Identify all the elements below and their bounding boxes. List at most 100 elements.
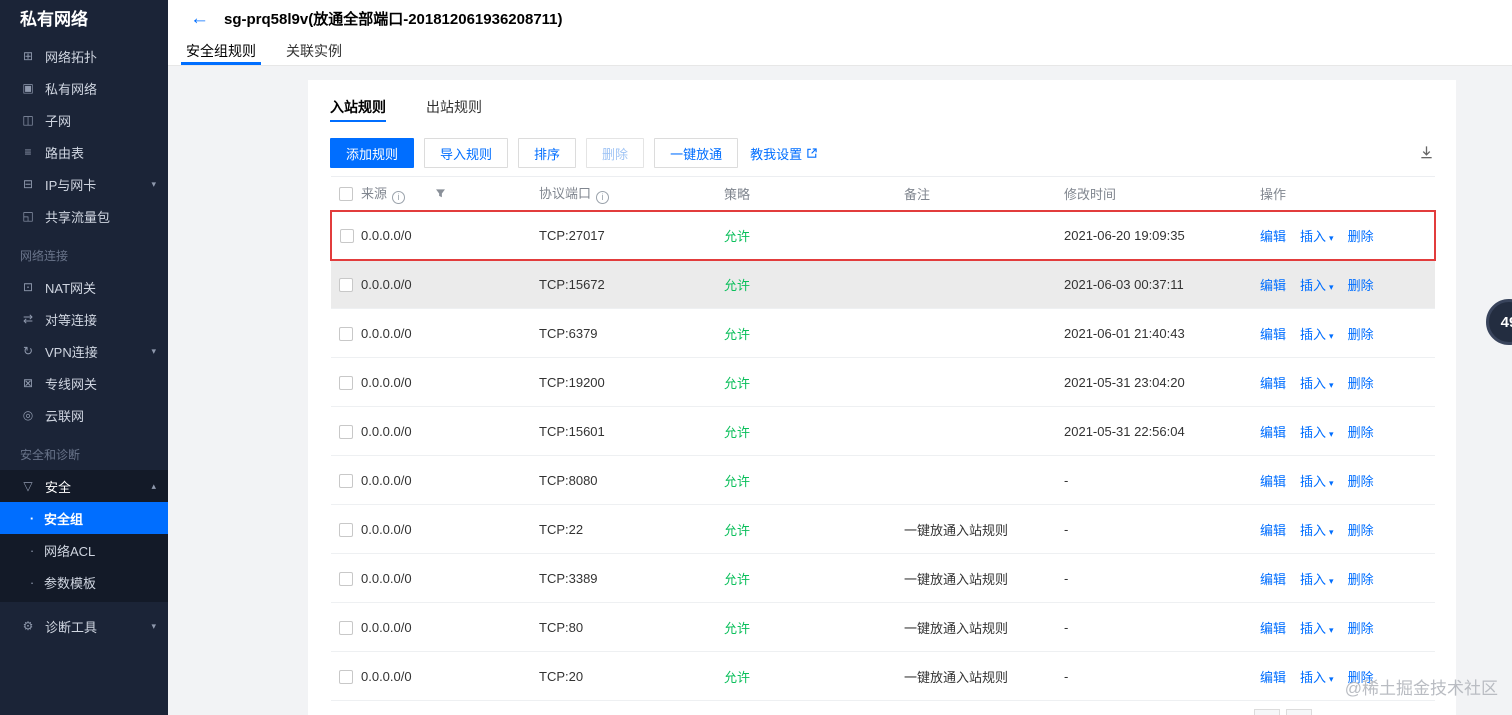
row-checkbox[interactable] [339, 473, 353, 488]
delete-link[interactable]: 删除 [1348, 376, 1374, 391]
sidebar-group-vpn: ↻ VPN连接 ▾ [0, 335, 168, 367]
sidebar-item-shared-bandwidth[interactable]: ◱ 共享流量包 [0, 200, 168, 232]
table-row[interactable]: 0.0.0.0/0 TCP:3389 允许 一键放通入站规则 - 编辑 插入 ▾ 删除 [331, 553, 1435, 603]
sort-button[interactable]: 排序 [518, 138, 577, 168]
select-all-checkbox[interactable] [339, 187, 353, 202]
sidebar-item-label: VPN连接 [45, 344, 98, 360]
insert-link[interactable]: 插入 ▾ [1300, 523, 1334, 538]
content: 入站规则 出站规则 添加规则 导入规则 排序 删除 一键放通 教我设置 来源 i… [168, 66, 1512, 715]
pagination-prev-button[interactable] [1254, 709, 1280, 715]
table-row[interactable]: 0.0.0.0/0 TCP:8080 允许 - 编辑 插入 ▾ 删除 [331, 455, 1435, 505]
delete-link[interactable]: 删除 [1348, 474, 1374, 489]
rule-modified-time: - [1064, 553, 1260, 603]
delete-link[interactable]: 删除 [1348, 425, 1374, 440]
info-icon[interactable]: i [596, 190, 610, 204]
delete-link[interactable]: 删除 [1348, 229, 1374, 244]
table-row[interactable]: 0.0.0.0/0 TCP:22 允许 一键放通入站规则 - 编辑 插入 ▾ 删除 [331, 504, 1435, 554]
sidebar-item-diagnostic-tools[interactable]: ⚙ 诊断工具 ▾ [0, 610, 168, 642]
insert-link[interactable]: 插入 ▾ [1300, 229, 1334, 244]
edit-link[interactable]: 编辑 [1260, 523, 1286, 538]
sidebar-item-label: 安全 [45, 479, 72, 495]
shield-icon: ▽ [23, 479, 33, 493]
sidebar-item-direct-connect[interactable]: ⊠ 专线网关 [0, 367, 168, 399]
insert-link[interactable]: 插入 ▾ [1300, 376, 1334, 391]
edit-link[interactable]: 编辑 [1260, 621, 1286, 636]
filter-icon[interactable] [435, 188, 446, 199]
edit-link[interactable]: 编辑 [1260, 474, 1286, 489]
row-checkbox[interactable] [339, 571, 353, 586]
edit-link[interactable]: 编辑 [1260, 670, 1286, 685]
edit-link[interactable]: 编辑 [1260, 572, 1286, 587]
sidebar-item-security[interactable]: ▽ 安全 ▴ [0, 470, 168, 502]
sidebar-item-network-acl[interactable]: · 网络ACL [0, 534, 168, 566]
insert-link[interactable]: 插入 ▾ [1300, 474, 1334, 489]
table-row[interactable]: 0.0.0.0/0 TCP:20 允许 一键放通入站规则 - 编辑 插入 ▾ 删除 [331, 651, 1435, 701]
info-icon[interactable]: i [392, 190, 406, 204]
insert-link[interactable]: 插入 ▾ [1300, 278, 1334, 293]
back-arrow-icon[interactable]: ← [190, 9, 209, 28]
table-row[interactable]: 0.0.0.0/0 TCP:27017 允许 2021-06-20 19:09:… [330, 209, 1436, 261]
route-table-icon: ≡ [24, 145, 32, 159]
insert-link[interactable]: 插入 ▾ [1300, 621, 1334, 636]
rule-policy: 允许 [724, 504, 904, 554]
edit-link[interactable]: 编辑 [1260, 327, 1286, 342]
row-checkbox[interactable] [339, 522, 353, 537]
row-checkbox[interactable] [339, 424, 353, 439]
table-row[interactable]: 0.0.0.0/0 TCP:15672 允许 2021-06-03 00:37:… [331, 259, 1435, 309]
table-row[interactable]: 0.0.0.0/0 TCP:80 允许 一键放通入站规则 - 编辑 插入 ▾ 删除 [331, 602, 1435, 652]
open-all-ports-button[interactable]: 一键放通 [654, 138, 739, 168]
insert-link[interactable]: 插入 ▾ [1300, 572, 1334, 587]
table-row[interactable]: 0.0.0.0/0 TCP:15601 允许 2021-05-31 22:56:… [331, 406, 1435, 456]
sidebar-item-ccn[interactable]: ◎ 云联网 [0, 399, 168, 431]
table-row[interactable]: 0.0.0.0/0 TCP:6379 允许 2021-06-01 21:40:4… [331, 308, 1435, 358]
edit-link[interactable]: 编辑 [1260, 376, 1286, 391]
rule-modified-time: 2021-06-20 19:09:35 [1064, 209, 1260, 261]
edit-link[interactable]: 编辑 [1260, 278, 1286, 293]
import-rule-button[interactable]: 导入规则 [424, 138, 509, 168]
sidebar-item-security-group[interactable]: · 安全组 [0, 502, 168, 534]
sidebar-item-vpn[interactable]: ↻ VPN连接 ▾ [0, 335, 168, 367]
sidebar-item-param-template[interactable]: · 参数模板 [0, 566, 168, 598]
sidebar-item-nat-gateway[interactable]: ⊡ NAT网关 [0, 271, 168, 303]
row-checkbox[interactable] [340, 228, 354, 243]
tab-associated-instances[interactable]: 关联实例 [271, 37, 357, 65]
row-checkbox[interactable] [339, 669, 353, 684]
download-icon[interactable] [1419, 145, 1434, 160]
tab-outbound-rules[interactable]: 出站规则 [426, 92, 482, 122]
delete-link[interactable]: 删除 [1348, 523, 1374, 538]
sidebar-item-subnet[interactable]: ◫ 子网 [0, 104, 168, 136]
insert-link[interactable]: 插入 ▾ [1300, 327, 1334, 342]
tab-security-group-rules[interactable]: 安全组规则 [171, 37, 271, 65]
external-link-icon [807, 148, 817, 158]
delete-link[interactable]: 删除 [1348, 278, 1374, 293]
rule-port: TCP:6379 [539, 308, 724, 358]
delete-link[interactable]: 删除 [1348, 670, 1374, 685]
rule-port: TCP:27017 [539, 209, 724, 261]
edit-link[interactable]: 编辑 [1260, 229, 1286, 244]
sidebar-item-topology[interactable]: ⊞ 网络拓扑 [0, 40, 168, 72]
add-rule-button[interactable]: 添加规则 [330, 138, 415, 168]
tutorial-link[interactable]: 教我设置 [750, 144, 818, 163]
insert-link[interactable]: 插入 ▾ [1300, 670, 1334, 685]
insert-link[interactable]: 插入 ▾ [1300, 425, 1334, 440]
row-checkbox[interactable] [339, 326, 353, 341]
delete-link[interactable]: 删除 [1348, 572, 1374, 587]
sidebar-item-label: 共享流量包 [45, 209, 111, 225]
delete-button[interactable]: 删除 [586, 138, 645, 168]
sidebar-item-route-table[interactable]: ≡ 路由表 [0, 136, 168, 168]
sidebar-item-ip-nic[interactable]: ⊟ IP与网卡 ▾ [0, 168, 168, 200]
row-checkbox[interactable] [339, 278, 353, 293]
sidebar-group-shared-bandwidth: ◱ 共享流量包 [0, 200, 168, 232]
sidebar-item-vpc[interactable]: ▣ 私有网络 [0, 72, 168, 104]
delete-link[interactable]: 删除 [1348, 621, 1374, 636]
edit-link[interactable]: 编辑 [1260, 425, 1286, 440]
sidebar-item-peering[interactable]: ⇄ 对等连接 [0, 303, 168, 335]
table-row[interactable]: 0.0.0.0/0 TCP:19200 允许 2021-05-31 23:04:… [331, 357, 1435, 407]
row-checkbox[interactable] [339, 375, 353, 390]
floating-badge[interactable]: 49 [1486, 299, 1512, 345]
pagination-next-button[interactable] [1286, 709, 1312, 715]
delete-link[interactable]: 删除 [1348, 327, 1374, 342]
tab-inbound-rules[interactable]: 入站规则 [330, 92, 386, 122]
rules-card: 入站规则 出站规则 添加规则 导入规则 排序 删除 一键放通 教我设置 来源 i… [308, 80, 1456, 715]
row-checkbox[interactable] [339, 620, 353, 635]
